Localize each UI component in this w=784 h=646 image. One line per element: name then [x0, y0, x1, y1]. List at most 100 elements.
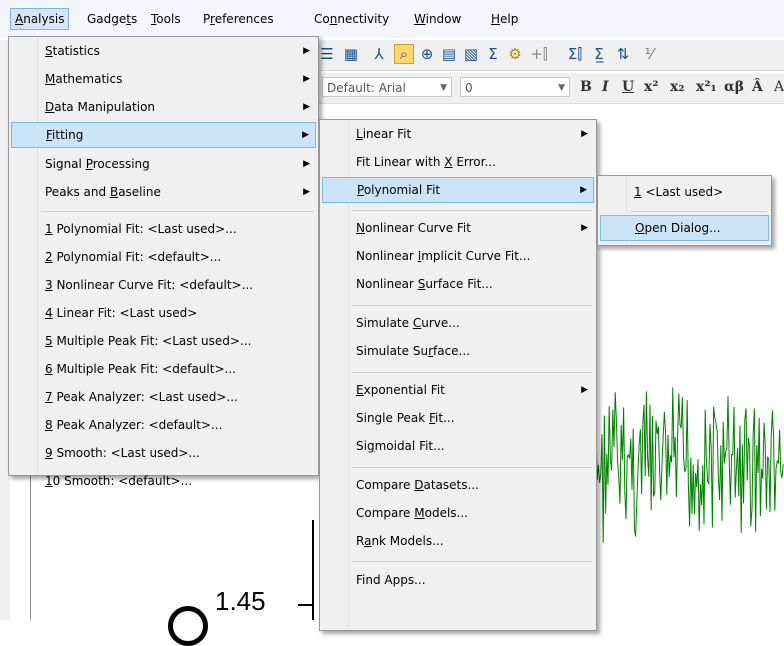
- fitting-menu-item[interactable]: Fit Linear with X Error...: [322, 149, 594, 175]
- sum-icon[interactable]: Σ: [484, 45, 502, 63]
- subscript-icon[interactable]: x₂: [670, 78, 684, 96]
- analysis-menu-item[interactable]: Mathematics ▶: [11, 66, 316, 92]
- fitting-menu-item[interactable]: Polynomial Fit ▶: [322, 177, 594, 203]
- row-stats-icon[interactable]: Σ̲: [590, 45, 608, 63]
- menu-item-label: 0 Smooth: <default>...: [52, 474, 193, 488]
- analysis-menu-item[interactable]: 6 Multiple Peak Fit: <default>...: [11, 356, 316, 382]
- analysis-menu-item[interactable]: 7 Peak Analyzer: <Last used>...: [11, 384, 316, 410]
- font-select[interactable]: Default: Arial ▼: [322, 77, 452, 97]
- fitting-menu-item[interactable]: Nonlinear Curve Fit ▶: [322, 215, 594, 241]
- fitting-menu-item[interactable]: Linear Fit ▶: [322, 121, 594, 147]
- underline-icon[interactable]: U: [622, 78, 634, 96]
- list-icon[interactable]: ☰: [318, 45, 336, 63]
- menu-bar: Analysis Gadgets Tools Preferences Conne…: [0, 0, 784, 38]
- sort-icon[interactable]: ⇅: [614, 45, 632, 63]
- menu-item-label: Simulate Su: [356, 344, 429, 358]
- fitting-menu-item[interactable]: Single Peak Fit...: [322, 405, 594, 431]
- fitting-menu-item[interactable]: Nonlinear Surface Fit...: [322, 271, 594, 297]
- column-stats-icon[interactable]: Σ⫿: [566, 45, 584, 63]
- fitting-menu-item[interactable]: Exponential Fit ▶: [322, 377, 594, 403]
- analysis-menu-item[interactable]: 2 Polynomial Fit: <default>...: [11, 244, 316, 270]
- superscript-icon[interactable]: x²: [644, 78, 658, 96]
- format-toolbar: Default: Arial ▼ 0 ▼ B I U x² x₂ x²₁ αβ Â …: [318, 73, 784, 104]
- analysis-menu-item[interactable]: 1 Polynomial Fit: <Last used>...: [11, 216, 316, 242]
- analysis-menu-item[interactable]: Signal Processing ▶: [11, 151, 316, 177]
- add-column-icon[interactable]: +⫿: [530, 45, 548, 63]
- menu-separator: [352, 372, 592, 373]
- menu-separator: [41, 211, 314, 212]
- tree-icon[interactable]: ⅄: [370, 45, 388, 63]
- decrease-font-icon[interactable]: A: [774, 78, 784, 96]
- analysis-menu-item[interactable]: Peaks and Baseline ▶: [11, 179, 316, 205]
- italic-icon[interactable]: I: [602, 78, 609, 96]
- menu-item-label: Single Peak: [356, 411, 430, 425]
- notes-icon[interactable]: ▧: [462, 45, 480, 63]
- analysis-menu-item[interactable]: 9 Smooth: <Last used>...: [11, 440, 316, 466]
- menu-item-label: aseline: [118, 185, 161, 199]
- analysis-menu-item[interactable]: Fitting ▶: [11, 122, 316, 148]
- set-column-values-icon[interactable]: ⅟: [640, 45, 658, 63]
- graph-symbol: [168, 606, 208, 646]
- menu-gadgets[interactable]: Gadgets: [83, 9, 141, 29]
- menu-item-mnemonic: 8: [45, 418, 53, 432]
- menu-item-label: Peak Analyzer: <Last used>...: [52, 390, 238, 404]
- analysis-menu-item[interactable]: Data Manipulation ▶: [11, 94, 316, 120]
- chevron-down-icon: ▼: [558, 83, 565, 93]
- analysis-menu: Statistics ▶ Mathematics ▶ Data Manipulation…: [8, 36, 319, 488]
- fitting-menu-item[interactable]: Compare Models...: [322, 500, 594, 526]
- polynomial-fit-submenu: 1 <Last used> Open Dialog...: [597, 175, 772, 246]
- gear-icon[interactable]: ⚙: [506, 45, 524, 63]
- menu-item-label: nk Models...: [371, 534, 444, 548]
- fitting-menu-item[interactable]: Nonlinear Implicit Curve Fit...: [322, 243, 594, 269]
- greek-icon[interactable]: αβ: [724, 78, 744, 96]
- analysis-menu-item[interactable]: Statistics ▶: [11, 38, 316, 64]
- analysis-menu-item[interactable]: 8 Peak Analyzer: <default>...: [11, 412, 316, 438]
- menu-window[interactable]: Window: [410, 9, 465, 29]
- polynomial-menu-item[interactable]: 1 <Last used>: [600, 179, 769, 205]
- fitting-menu-item[interactable]: Rank Models...: [322, 528, 594, 554]
- menu-item-label: urve...: [421, 316, 460, 330]
- submenu-arrow-icon: ▶: [302, 130, 309, 140]
- menu-item-mnemonic: P: [85, 157, 93, 171]
- zoom-pan-icon[interactable]: ⌕: [394, 44, 414, 64]
- menu-item-mnemonic: L: [356, 127, 363, 141]
- menu-item-mnemonic: 1: [634, 185, 642, 199]
- menu-preferences[interactable]: Preferences: [199, 9, 278, 29]
- menu-item-mnemonic: 4: [45, 306, 53, 320]
- menu-item-label: Linear Fit: <Last used>: [52, 306, 198, 320]
- menu-item-mnemonic: S: [45, 44, 53, 58]
- menu-help[interactable]: Help: [487, 9, 522, 29]
- increase-font-icon[interactable]: Â: [752, 78, 763, 96]
- analysis-menu-item[interactable]: 3 Nonlinear Curve Fit: <default>...: [11, 272, 316, 298]
- menu-item-label: Nonlinear: [356, 277, 418, 291]
- menu-item-label: urface Fit...: [425, 277, 493, 291]
- menu-item-label: athematics: [55, 72, 123, 86]
- supsub-icon[interactable]: x²₁: [696, 78, 717, 96]
- menu-analysis-mnemonic: A: [15, 12, 24, 26]
- font-size-select[interactable]: 0 ▼: [460, 77, 570, 97]
- analysis-menu-item[interactable]: 4 Linear Fit: <Last used>: [11, 300, 316, 326]
- menu-tools[interactable]: Tools: [147, 9, 185, 29]
- menu-item-mnemonic: 5: [45, 334, 53, 348]
- analysis-menu-item[interactable]: 10 Smooth: <default>...: [11, 468, 316, 494]
- grid-icon[interactable]: ▤: [440, 45, 458, 63]
- data-reader-icon[interactable]: ⊕: [418, 45, 436, 63]
- menu-connectivity[interactable]: Connectivity: [310, 9, 393, 29]
- fitting-menu-item[interactable]: Find Apps...: [322, 567, 594, 593]
- fitting-menu-item[interactable]: Simulate Surface...: [322, 338, 594, 364]
- menu-analysis[interactable]: Analysis: [10, 8, 70, 30]
- fitting-submenu: Linear Fit ▶ Fit Linear with X Error... Pol…: [319, 119, 597, 631]
- menu-item-label: Find Apps...: [356, 573, 426, 587]
- menu-item-label: Fit Linear with: [356, 155, 445, 169]
- standard-toolbar: ☰ ▦ ⅄ ⌕ ⊕ ▤ ▧ Σ ⚙ +⫿ Σ⫿ Σ̲ ⇅ ⅟: [318, 40, 784, 71]
- menu-window-label: indow: [425, 12, 462, 26]
- polynomial-menu-item[interactable]: Open Dialog...: [600, 215, 769, 241]
- fitting-menu-item[interactable]: Compare Datasets...: [322, 472, 594, 498]
- bold-icon[interactable]: B: [580, 78, 592, 96]
- submenu-arrow-icon: ▶: [581, 129, 588, 139]
- fitting-menu-item[interactable]: Sigmoidal Fit...: [322, 433, 594, 459]
- menu-item-label: mplicit Curve Fit...: [421, 249, 531, 263]
- analysis-menu-item[interactable]: 5 Multiple Peak Fit: <Last used>...: [11, 328, 316, 354]
- matrix-icon[interactable]: ▦: [342, 45, 360, 63]
- fitting-menu-item[interactable]: Simulate Curve...: [322, 310, 594, 336]
